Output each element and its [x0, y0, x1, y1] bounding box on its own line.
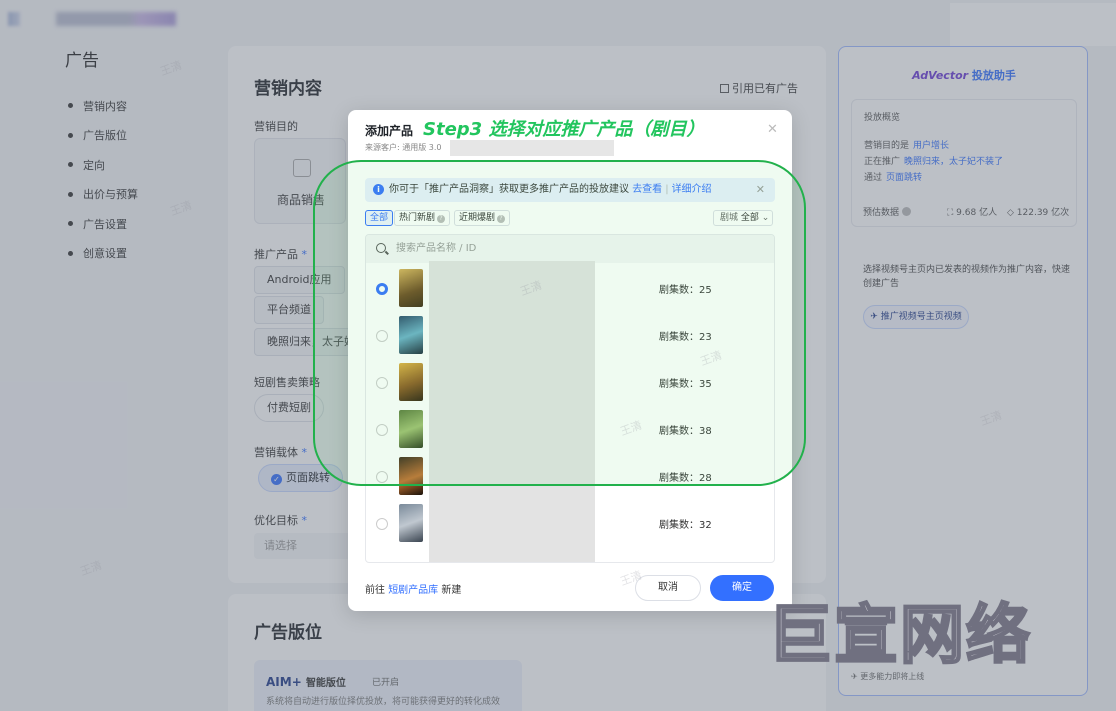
redacted-block	[450, 140, 614, 156]
product-row[interactable]: 剧集数：38	[366, 407, 774, 454]
drama-cover-image	[399, 410, 423, 448]
filter-recent-hits[interactable]: 近期爆剧?	[454, 210, 511, 226]
cancel-button[interactable]: 取消	[635, 575, 701, 601]
drama-cover-image	[399, 363, 423, 401]
confirm-button[interactable]: 确定	[710, 575, 774, 601]
info-banner: i 你可于「推广产品洞察」获取更多推广产品的投放建议 去查看 | 详细介绍 ✕	[365, 178, 775, 202]
details-link[interactable]: 详细介绍	[672, 184, 712, 195]
drama-cover-image	[399, 269, 423, 307]
radio-button[interactable]	[376, 330, 388, 342]
step-annotation: Step3 选择对应推广产品（剧目）	[423, 119, 705, 140]
episode-count: 剧集数：32	[659, 520, 712, 531]
episode-count: 剧集数：38	[659, 426, 712, 437]
episode-count: 剧集数：28	[659, 473, 712, 484]
info-icon: i	[373, 184, 384, 195]
footer-create: 前往 短剧产品库 新建	[365, 585, 462, 596]
drama-library-link[interactable]: 短剧产品库	[388, 585, 438, 596]
radio-button[interactable]	[376, 424, 388, 436]
source-client: 来源客户: 通用版 3.0	[365, 143, 442, 152]
radio-button[interactable]	[376, 377, 388, 389]
product-row[interactable]: 剧集数：32	[366, 501, 774, 548]
product-row[interactable]: 剧集数：25	[366, 266, 774, 313]
episode-count: 剧集数：23	[659, 332, 712, 343]
search-icon	[376, 243, 386, 253]
filter-hot-new[interactable]: 热门新剧?	[394, 210, 451, 226]
product-row[interactable]: 剧集数：28	[366, 454, 774, 501]
close-icon[interactable]: ✕	[767, 122, 778, 137]
radio-button[interactable]	[376, 471, 388, 483]
close-icon[interactable]: ✕	[756, 178, 765, 202]
radio-button[interactable]	[376, 283, 388, 295]
theme-select[interactable]: 剧城 全部 ⌄	[713, 210, 773, 226]
filter-all[interactable]: 全部	[365, 210, 394, 226]
add-product-modal: 添加产品 Step3 选择对应推广产品（剧目） ✕ 来源客户: 通用版 3.0 …	[348, 110, 792, 611]
modal-title: 添加产品	[365, 124, 414, 138]
product-row[interactable]: 剧集数：35	[366, 360, 774, 407]
episode-count: 剧集数：25	[659, 285, 712, 296]
brand-watermark: 巨宣网络	[767, 598, 1032, 675]
help-icon: ?	[497, 215, 506, 223]
go-view-link[interactable]: 去查看	[632, 184, 662, 195]
help-icon: ?	[437, 215, 446, 223]
product-row[interactable]: 剧集数：23	[366, 313, 774, 360]
drama-cover-image	[399, 457, 423, 495]
search-input[interactable]: 搜索产品名称 / ID	[366, 235, 774, 263]
product-table: 搜索产品名称 / ID 剧集数：25 剧集数：23 剧集数：35 剧集数：38 …	[365, 234, 775, 563]
chevron-down-icon: ⌄	[761, 213, 770, 223]
drama-cover-image	[399, 316, 423, 354]
episode-count: 剧集数：35	[659, 379, 712, 390]
radio-button[interactable]	[376, 518, 388, 530]
drama-cover-image	[399, 504, 423, 542]
